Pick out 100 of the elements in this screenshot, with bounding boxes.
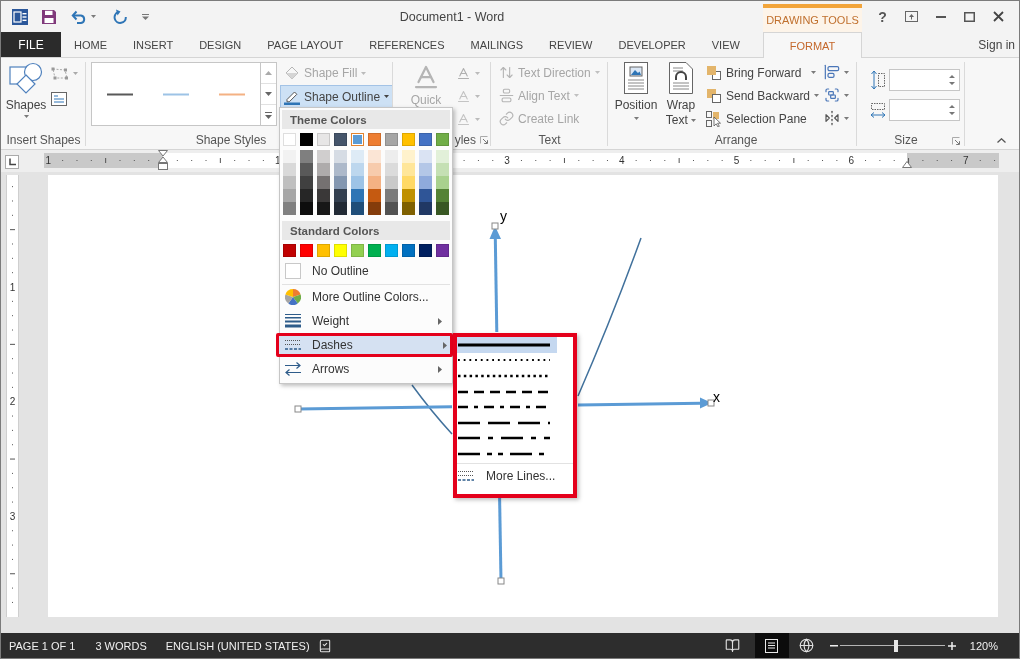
color-swatch[interactable] (351, 133, 364, 146)
line-style-thumbnail[interactable] (163, 92, 189, 96)
color-swatch[interactable] (436, 150, 449, 163)
zoom-thumb[interactable] (893, 639, 898, 652)
shapes-button[interactable]: Shapes (5, 62, 47, 118)
ribbon-tab[interactable]: PAGE LAYOUT (254, 32, 357, 57)
ribbon-tab[interactable]: VIEW (698, 32, 753, 57)
color-swatch[interactable] (317, 163, 330, 176)
color-swatch[interactable] (351, 189, 364, 202)
color-swatch[interactable] (419, 150, 432, 163)
color-swatch[interactable] (385, 150, 398, 163)
width-spin-field[interactable] (889, 99, 960, 121)
wrap-text-button[interactable]: Wrap Text (662, 62, 700, 128)
color-swatch[interactable] (300, 202, 313, 215)
color-swatch[interactable] (419, 202, 432, 215)
file-tab[interactable]: FILE (1, 32, 61, 57)
color-swatch[interactable] (317, 150, 330, 163)
dialog-launcher-icon[interactable] (480, 136, 488, 144)
color-swatch[interactable] (351, 202, 364, 215)
color-swatch[interactable] (402, 202, 415, 215)
color-swatch[interactable] (317, 202, 330, 215)
color-swatch[interactable] (283, 176, 296, 189)
color-swatch[interactable] (419, 163, 432, 176)
book-check-icon[interactable] (317, 638, 332, 653)
app-logo-icon[interactable] (12, 8, 28, 25)
color-swatch[interactable] (300, 176, 313, 189)
color-swatch[interactable] (283, 163, 296, 176)
color-swatch[interactable] (385, 163, 398, 176)
group-button[interactable] (822, 85, 851, 105)
ribbon-tab[interactable]: HOME (61, 32, 120, 57)
dash-style-option[interactable] (457, 337, 557, 353)
color-swatch[interactable] (351, 150, 364, 163)
dialog-launcher-icon[interactable] (952, 137, 960, 145)
position-button[interactable]: Position (612, 62, 660, 120)
menu-item[interactable]: Weight (282, 309, 450, 333)
ribbon-tab[interactable]: DEVELOPER (605, 32, 699, 57)
help-button[interactable]: ? (868, 4, 897, 29)
triangle-marker-icon[interactable] (902, 161, 912, 168)
color-swatch[interactable] (300, 163, 313, 176)
color-swatch[interactable] (283, 189, 296, 202)
color-swatch[interactable] (300, 189, 313, 202)
zoom-level[interactable]: 120% (969, 639, 998, 652)
color-swatch[interactable] (334, 202, 347, 215)
color-swatch[interactable] (334, 189, 347, 202)
undo-icon[interactable] (71, 9, 87, 24)
page-count[interactable]: PAGE 1 OF 1 (9, 639, 76, 652)
arrange-button[interactable]: Bring Forward (702, 62, 820, 83)
ribbon-tab[interactable]: REFERENCES (356, 32, 458, 57)
menu-item[interactable]: More Lines... (457, 464, 573, 487)
redo-icon[interactable] (113, 9, 128, 24)
color-swatch[interactable] (419, 176, 432, 189)
color-swatch[interactable] (368, 150, 381, 163)
line-style-thumbnail[interactable] (219, 92, 245, 96)
color-swatch[interactable] (385, 202, 398, 215)
customize-icon[interactable] (142, 13, 149, 20)
color-swatch[interactable] (334, 163, 347, 176)
tab-stop-icon[interactable] (5, 155, 19, 169)
color-swatch[interactable] (436, 202, 449, 215)
line-style-thumbnail[interactable] (107, 92, 133, 96)
language-status[interactable]: ENGLISH (UNITED STATES) (165, 639, 310, 652)
color-swatch[interactable] (334, 176, 347, 189)
rotate-button[interactable] (822, 108, 851, 128)
menu-item[interactable]: Dashes (276, 333, 453, 357)
ribbon-tab[interactable]: DESIGN (186, 32, 255, 57)
view-button[interactable] (754, 633, 789, 658)
color-swatch[interactable] (402, 176, 415, 189)
ribbon-tab[interactable]: INSERT (120, 32, 187, 57)
color-swatch[interactable] (436, 176, 449, 189)
color-swatch[interactable] (436, 163, 449, 176)
color-swatch[interactable] (368, 189, 381, 202)
ribbon-tab[interactable]: REVIEW (536, 32, 606, 57)
ribbon-tab[interactable]: FORMAT (763, 32, 862, 58)
save-icon[interactable] (41, 8, 57, 25)
color-swatch[interactable] (368, 163, 381, 176)
color-swatch[interactable] (402, 189, 415, 202)
color-swatch[interactable] (351, 163, 364, 176)
color-swatch[interactable] (334, 150, 347, 163)
color-swatch[interactable] (368, 176, 381, 189)
color-swatch[interactable] (351, 176, 364, 189)
word-count[interactable]: 3 WORDS (95, 639, 147, 652)
arrange-button[interactable]: Send Backward (702, 85, 820, 106)
color-swatch[interactable] (402, 163, 415, 176)
menu-item[interactable]: Arrows (282, 357, 450, 381)
color-swatch[interactable] (402, 150, 415, 163)
shape-outline-button[interactable]: Shape Outline (280, 85, 394, 108)
color-swatch[interactable] (300, 150, 313, 163)
color-swatch[interactable] (317, 176, 330, 189)
color-swatch[interactable] (419, 189, 432, 202)
color-swatch[interactable] (385, 189, 398, 202)
minus-icon[interactable] (829, 644, 838, 647)
color-swatch[interactable] (283, 202, 296, 215)
sign-in-link[interactable]: Sign in (978, 37, 1015, 52)
color-swatch[interactable] (385, 176, 398, 189)
ribbon-tab[interactable]: MAILINGS (457, 32, 537, 57)
menu-item[interactable]: More Outline Colors... (282, 285, 450, 309)
plus-icon[interactable] (947, 641, 956, 650)
menu-item[interactable]: No Outline (282, 259, 450, 283)
color-swatch[interactable] (436, 189, 449, 202)
height-spin-field[interactable] (889, 69, 960, 91)
hourglass-marker-icon[interactable] (158, 150, 168, 170)
